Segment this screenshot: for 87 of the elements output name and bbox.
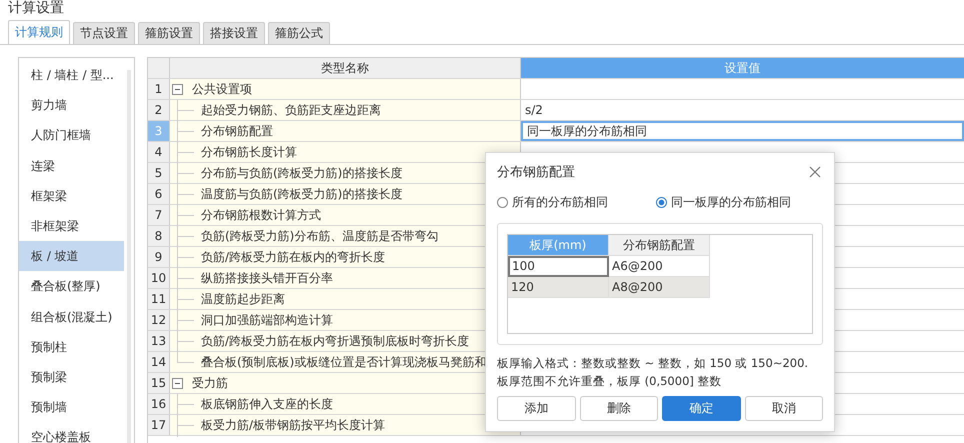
column-header: 类型名称 bbox=[170, 58, 521, 78]
tree-line bbox=[177, 268, 197, 288]
setting-name: 分布钢筋根数计算方式 bbox=[201, 206, 321, 224]
sidebar-item[interactable]: 预制柱 bbox=[19, 332, 124, 362]
group-label: 公共设置项 bbox=[192, 80, 252, 98]
row-number: 2 bbox=[148, 100, 170, 120]
row-number: 10 bbox=[148, 268, 170, 288]
dialog-button[interactable]: 添加 bbox=[497, 396, 576, 421]
row-number: 7 bbox=[148, 205, 170, 225]
row-number: 17 bbox=[148, 415, 170, 435]
setting-value: 同一板厚的分布筋相同 bbox=[527, 122, 647, 140]
tab[interactable]: 箍筋设置 bbox=[138, 22, 200, 44]
sidebar-item[interactable]: 预制墙 bbox=[19, 392, 124, 422]
tree-line bbox=[177, 246, 197, 268]
tree-line bbox=[177, 204, 197, 226]
setting-name: 洞口加强筋端部构造计算 bbox=[201, 312, 333, 328]
tab[interactable]: 计算规则 bbox=[8, 20, 70, 44]
tree-line bbox=[177, 310, 197, 330]
tree-line bbox=[177, 394, 197, 414]
sidebar-item[interactable]: 框架梁 bbox=[19, 180, 124, 211]
group-label: 受力筋 bbox=[192, 374, 228, 392]
tab[interactable]: 节点设置 bbox=[73, 22, 135, 44]
dialog-button[interactable]: 取消 bbox=[744, 396, 823, 421]
radio-option[interactable]: 同一板厚的分布筋相同 bbox=[656, 194, 791, 210]
row-number: 3 bbox=[148, 121, 170, 141]
setting-value: s/2 bbox=[525, 103, 543, 117]
table-cell[interactable]: 120 bbox=[508, 277, 609, 298]
table-cell[interactable]: 100 bbox=[508, 256, 609, 277]
radio-option[interactable]: 所有的分布筋相同 bbox=[497, 194, 608, 210]
column-header: 板厚(mm) bbox=[508, 235, 609, 256]
tree-line bbox=[177, 330, 197, 352]
row-number: 5 bbox=[148, 163, 170, 183]
row-number: 11 bbox=[148, 289, 170, 309]
setting-name: 起始受力钢筋、负筋距支座边距离 bbox=[201, 102, 381, 118]
row-number: 12 bbox=[148, 310, 170, 330]
column-header: 分布钢筋配置 bbox=[609, 235, 710, 256]
sidebar-item[interactable]: 组合板(混凝土) bbox=[19, 302, 124, 332]
row-number: 16 bbox=[148, 394, 170, 414]
row-number: 1 bbox=[148, 79, 170, 99]
tab[interactable]: 箍筋公式 bbox=[268, 22, 330, 44]
hint-text: 板厚范围不允许重叠，板厚 (0,5000] 整数 bbox=[497, 373, 723, 390]
sidebar-item[interactable]: 预制梁 bbox=[19, 362, 124, 392]
sidebar-item[interactable]: 连梁 bbox=[19, 150, 124, 181]
setting-name: 负筋(跨板受力筋)分布筋、温度筋是否带弯勾 bbox=[201, 228, 438, 244]
setting-name: 分布筋与负筋(跨板受力筋)的搭接长度 bbox=[201, 164, 402, 182]
setting-name: 纵筋搭接接头错开百分率 bbox=[201, 270, 333, 286]
setting-name: 分布钢筋配置 bbox=[201, 122, 273, 140]
row-number: 6 bbox=[148, 184, 170, 204]
setting-name: 温度筋与负筋(跨板受力筋)的搭接长度 bbox=[201, 186, 402, 202]
sidebar-item[interactable]: 剪力墙 bbox=[19, 90, 124, 120]
tree-line bbox=[177, 162, 197, 184]
row-number: 15 bbox=[148, 373, 170, 393]
close-icon[interactable] bbox=[809, 166, 821, 178]
tree-line bbox=[177, 414, 197, 436]
tree-line bbox=[177, 100, 197, 120]
setting-name: 负筋/跨板受力筋在板内的弯折长度 bbox=[201, 248, 386, 266]
row-number: 9 bbox=[148, 247, 170, 267]
column-header: 设置值 bbox=[521, 58, 964, 78]
tab[interactable]: 搭接设置 bbox=[203, 22, 265, 44]
hint-text: 板厚输入格式：整数或整数 ~ 整数，如 150 或 150~200. bbox=[497, 355, 810, 372]
sidebar-item[interactable]: 叠合板(整厚) bbox=[19, 271, 124, 302]
setting-name: 板受力筋/板带钢筋按平均长度计算 bbox=[201, 416, 386, 434]
window-title: 计算设置 bbox=[7, 0, 65, 18]
sidebar-item[interactable]: 空心楼盖板 bbox=[19, 422, 124, 443]
sidebar-item[interactable]: 人防门框墙 bbox=[19, 120, 124, 151]
collapse-icon[interactable] bbox=[172, 84, 183, 94]
sidebar-item[interactable]: 柱 / 墙柱 / 型... bbox=[19, 60, 124, 90]
setting-name: 板底钢筋伸入支座的长度 bbox=[201, 396, 333, 412]
table-cell[interactable]: A8@200 bbox=[609, 277, 710, 298]
setting-name: 温度筋起步距离 bbox=[201, 290, 285, 308]
dialog-title: 分布钢筋配置 bbox=[497, 164, 575, 181]
sidebar-item[interactable]: 非框架梁 bbox=[19, 210, 124, 242]
tree-line bbox=[177, 226, 197, 246]
row-number: 13 bbox=[148, 331, 170, 351]
dialog-button[interactable]: 删除 bbox=[580, 396, 658, 421]
confirm-button[interactable]: 确定 bbox=[662, 396, 740, 421]
tree-line bbox=[177, 288, 197, 310]
tree-line bbox=[177, 142, 197, 162]
row-number: 8 bbox=[148, 226, 170, 246]
tree-line bbox=[177, 120, 197, 142]
row-number: 14 bbox=[148, 352, 170, 372]
collapse-icon[interactable] bbox=[172, 378, 183, 388]
setting-name: 负筋/跨板受力筋在板内弯折遇预制底板时弯折长度 bbox=[201, 332, 470, 350]
tree-line bbox=[177, 184, 197, 204]
sidebar-item[interactable]: 板 / 坡道 bbox=[19, 241, 124, 272]
row-number: 4 bbox=[148, 142, 170, 162]
setting-name: 分布钢筋长度计算 bbox=[201, 144, 297, 160]
